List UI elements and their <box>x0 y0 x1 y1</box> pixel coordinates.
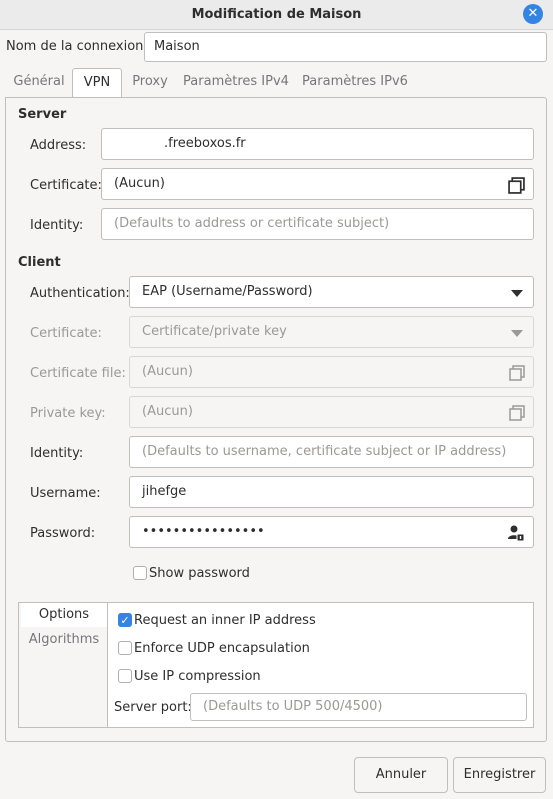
server-port-label: Server port: <box>114 700 192 715</box>
server-port-input[interactable]: (Defaults to UDP 500/4500) <box>190 693 527 721</box>
server-address-label: Address: <box>30 138 87 153</box>
privkey-chooser: (Aucun) <box>129 396 534 428</box>
connection-name-label: Nom de la connexion <box>6 39 144 54</box>
udp-encap-label: Enforce UDP encapsulation <box>134 641 310 656</box>
privkey-value: (Aucun) <box>142 404 193 419</box>
password-input[interactable]: •••••••••••••••• <box>129 516 534 548</box>
client-certificate-dropdown: Certificate/private key <box>129 316 534 348</box>
auth-dropdown[interactable]: EAP (Username/Password) <box>129 276 534 308</box>
window-title: Modification de Maison <box>191 7 362 22</box>
tab-options[interactable]: Options <box>21 603 107 627</box>
ip-compression-label: Use IP compression <box>134 669 261 684</box>
auth-label: Authentication: <box>30 286 130 301</box>
ip-compression-checkbox[interactable] <box>118 669 132 683</box>
client-certificate-label: Certificate: <box>30 326 102 341</box>
server-heading: Server <box>18 107 67 122</box>
username-input[interactable]: jihefge <box>129 476 534 508</box>
save-button[interactable]: Enregistrer <box>453 757 546 793</box>
server-identity-label: Identity: <box>30 218 84 233</box>
cancel-button[interactable]: Annuler <box>354 757 448 793</box>
tab-proxy[interactable]: Proxy <box>124 68 176 96</box>
chevron-down-icon <box>511 290 523 297</box>
privkey-label: Private key: <box>30 406 106 421</box>
request-ip-checkbox[interactable]: ✓ <box>118 613 132 627</box>
certfile-label: Certificate file: <box>30 366 126 381</box>
server-address-input[interactable]: .freeboxos.fr <box>101 128 534 160</box>
tab-general[interactable]: Général <box>8 68 70 96</box>
server-certificate-chooser[interactable]: (Aucun) <box>101 168 534 200</box>
certfile-value: (Aucun) <box>142 364 193 379</box>
show-password-label: Show password <box>149 566 250 581</box>
file-chooser-icon <box>509 365 525 381</box>
client-certificate-value: Certificate/private key <box>142 324 287 339</box>
server-identity-input[interactable]: (Defaults to address or certificate subj… <box>101 208 534 240</box>
certfile-chooser: (Aucun) <box>129 356 534 388</box>
request-ip-label: Request an inner IP address <box>134 613 316 628</box>
password-label: Password: <box>30 526 96 541</box>
connection-name-input[interactable]: Maison <box>144 32 547 62</box>
client-identity-label: Identity: <box>30 446 84 461</box>
chevron-down-icon <box>511 330 523 337</box>
password-value: •••••••••••••••• <box>142 524 265 539</box>
password-storage-icon[interactable] <box>507 524 525 542</box>
tab-ipv6[interactable]: Paramètres IPv6 <box>298 68 412 96</box>
show-password-checkbox[interactable] <box>133 566 147 580</box>
file-chooser-icon[interactable] <box>508 177 525 194</box>
client-heading: Client <box>18 255 61 270</box>
client-identity-input[interactable]: (Defaults to username, certificate subje… <box>129 436 534 468</box>
tab-vpn[interactable]: VPN <box>72 68 122 98</box>
auth-value: EAP (Username/Password) <box>142 284 313 299</box>
tab-ipv4[interactable]: Paramètres IPv4 <box>180 68 292 96</box>
close-button[interactable]: ✕ <box>523 4 543 24</box>
server-certificate-label: Certificate: <box>30 178 102 193</box>
tab-algorithms[interactable]: Algorithms <box>21 628 107 652</box>
server-certificate-value: (Aucun) <box>114 176 165 191</box>
close-icon: ✕ <box>527 6 539 21</box>
file-chooser-icon <box>509 405 525 421</box>
udp-encap-checkbox[interactable] <box>118 641 132 655</box>
username-label: Username: <box>30 486 101 501</box>
